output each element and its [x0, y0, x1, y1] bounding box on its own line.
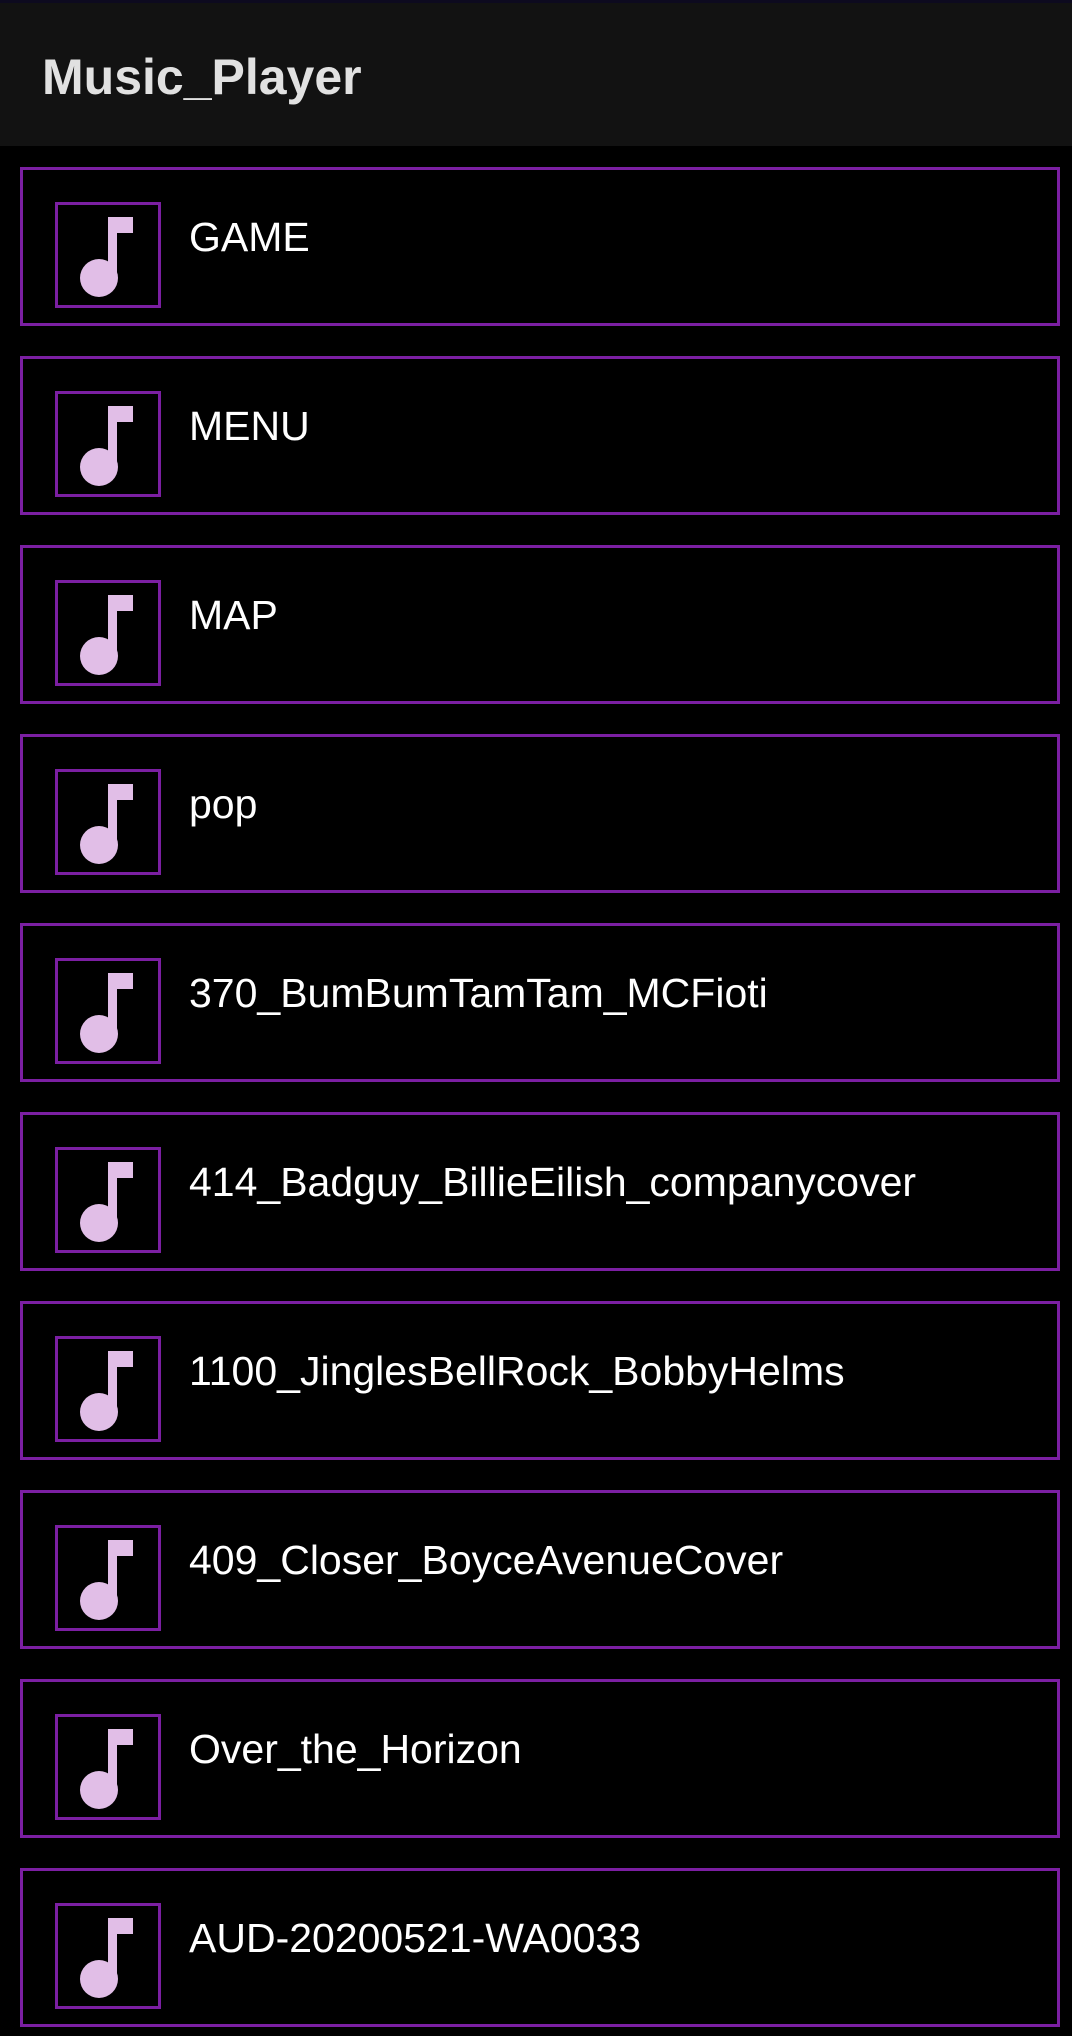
song-item[interactable]: Over_the_Horizon	[20, 1679, 1060, 1838]
song-title: MAP	[189, 592, 278, 638]
song-title: GAME	[189, 214, 310, 260]
song-item[interactable]: pop	[20, 734, 1060, 893]
song-title: 1100_JinglesBellRock_BobbyHelms	[189, 1348, 845, 1394]
song-item[interactable]: 409_Closer_BoyceAvenueCover	[20, 1490, 1060, 1649]
music-note-icon	[55, 1147, 161, 1253]
song-item[interactable]: MAP	[20, 545, 1060, 704]
music-note-icon	[55, 1525, 161, 1631]
music-note-icon	[55, 958, 161, 1064]
app-title: Music_Player	[42, 49, 362, 105]
music-note-icon	[55, 1903, 161, 2009]
music-note-icon	[55, 1336, 161, 1442]
song-item[interactable]: AUD-20200521-WA0033	[20, 1868, 1060, 2027]
song-item[interactable]: 370_BumBumTamTam_MCFioti	[20, 923, 1060, 1082]
song-title: 370_BumBumTamTam_MCFioti	[189, 970, 768, 1016]
song-title: 414_Badguy_BillieEilish_companycover	[189, 1159, 917, 1205]
song-item[interactable]: 414_Badguy_BillieEilish_companycover	[20, 1112, 1060, 1271]
music-note-icon	[55, 580, 161, 686]
music-note-icon	[55, 769, 161, 875]
music-note-icon	[55, 202, 161, 308]
song-item[interactable]: MENU	[20, 356, 1060, 515]
app-bar: Music_Player	[0, 0, 1072, 146]
song-item[interactable]: 1100_JinglesBellRock_BobbyHelms	[20, 1301, 1060, 1460]
song-item[interactable]: GAME	[20, 167, 1060, 326]
song-title: Over_the_Horizon	[189, 1726, 522, 1772]
music-note-icon	[55, 391, 161, 497]
music-note-icon	[55, 1714, 161, 1820]
song-title: pop	[189, 781, 258, 827]
song-title: MENU	[189, 403, 310, 449]
song-title: AUD-20200521-WA0033	[189, 1915, 642, 1961]
song-title: 409_Closer_BoyceAvenueCover	[189, 1537, 784, 1583]
